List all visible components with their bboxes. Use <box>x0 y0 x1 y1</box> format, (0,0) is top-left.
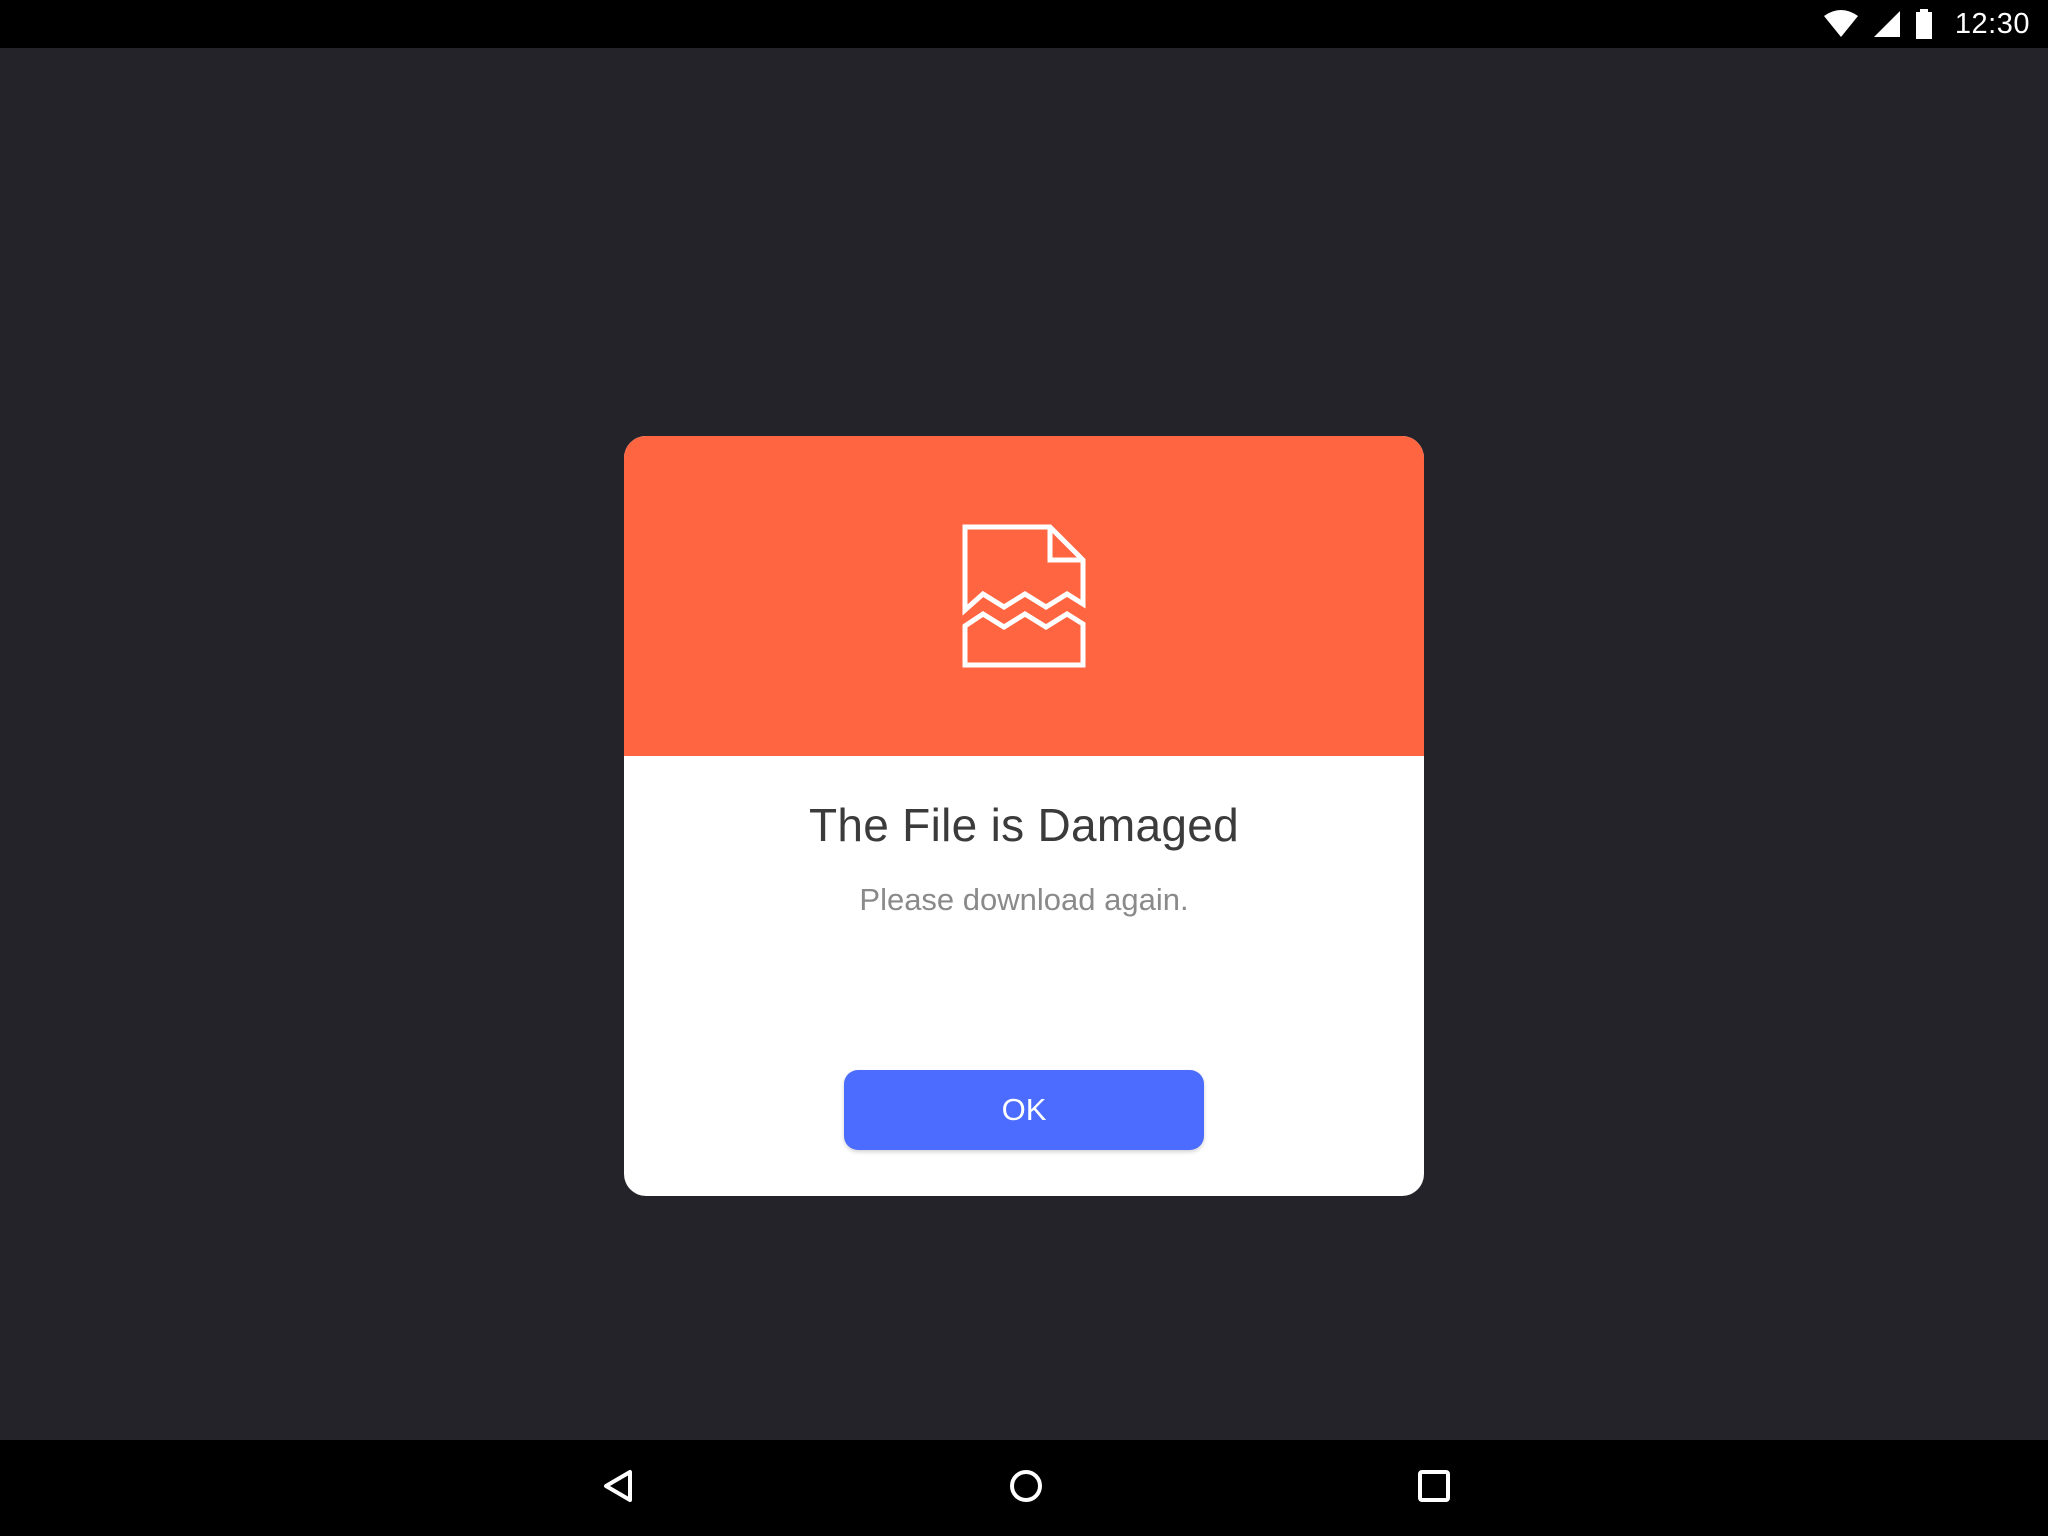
dialog-title: The File is Damaged <box>808 799 1240 851</box>
recents-icon <box>1416 1468 1452 1509</box>
damaged-file-dialog: The File is Damaged Please download agai… <box>624 436 1424 1196</box>
navigation-bar <box>0 1440 2048 1536</box>
wifi-icon <box>1823 10 1859 38</box>
cell-signal-icon <box>1873 10 1901 38</box>
home-icon <box>1008 1468 1044 1509</box>
ok-button[interactable]: OK <box>844 1070 1204 1150</box>
recents-button[interactable] <box>1404 1458 1464 1518</box>
damaged-file-icon <box>962 524 1086 668</box>
clock: 12:30 <box>1954 7 2030 40</box>
dialog-header <box>624 436 1424 756</box>
status-icons: 12:30 <box>1823 0 2030 48</box>
status-bar: 12:30 <box>0 0 2048 48</box>
back-button[interactable] <box>588 1458 648 1518</box>
back-icon <box>600 1468 636 1509</box>
home-button[interactable] <box>996 1458 1056 1518</box>
battery-icon <box>1915 9 1933 39</box>
screen-background: The File is Damaged Please download agai… <box>0 48 2048 1440</box>
dialog-message: Please download again. <box>859 882 1189 917</box>
